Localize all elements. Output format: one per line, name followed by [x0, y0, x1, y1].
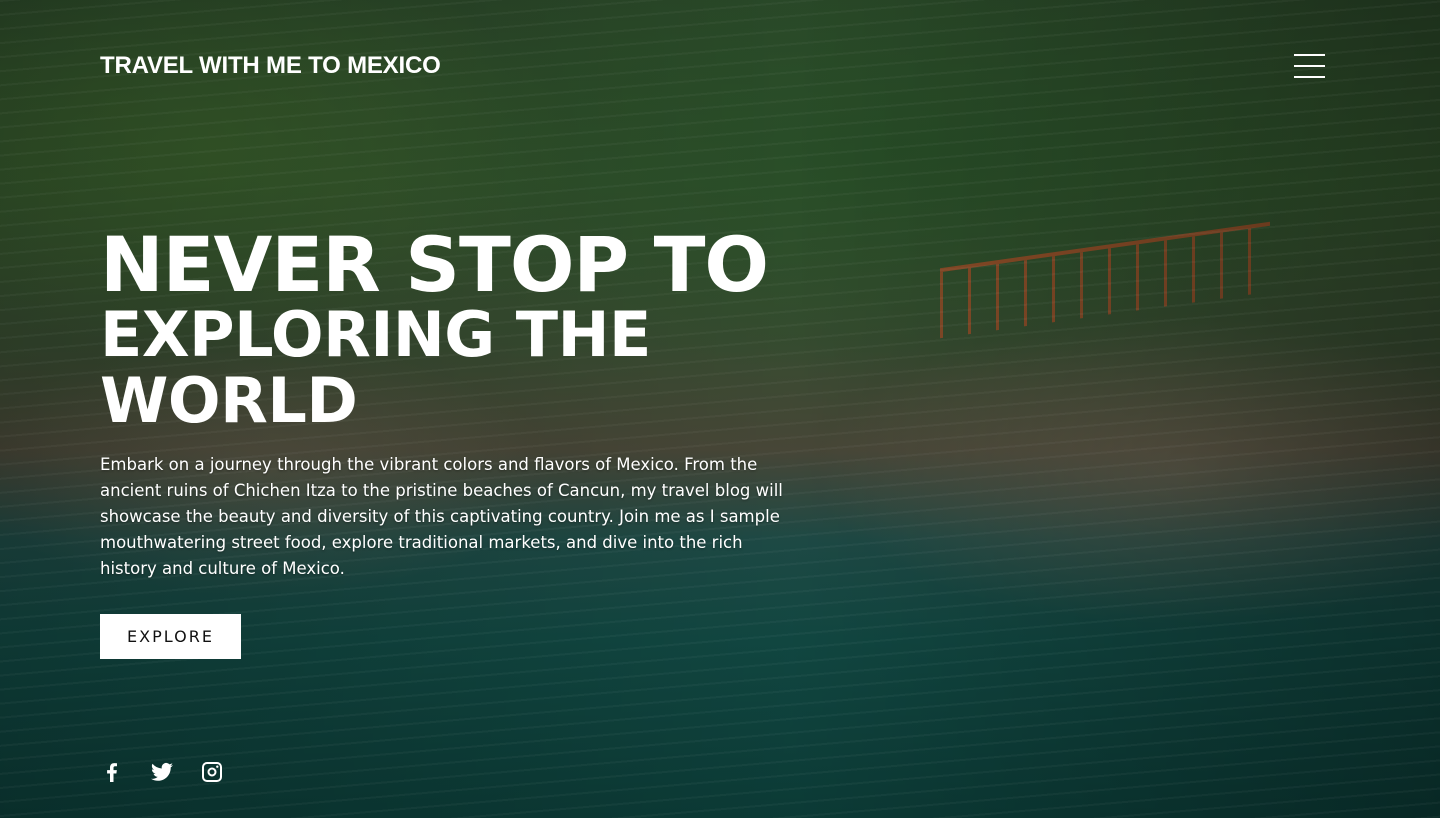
hamburger-menu-icon[interactable] — [1294, 54, 1325, 78]
hero-title-line1: NEVER STOP TO — [100, 220, 769, 309]
facebook-icon[interactable] — [100, 760, 124, 784]
social-links — [100, 760, 224, 784]
instagram-icon[interactable] — [200, 760, 224, 784]
hero-section: NEVER STOP TO EXPLORING THE WORLD Embark… — [100, 224, 860, 659]
explore-button[interactable]: EXPLORE — [100, 614, 241, 659]
twitter-icon[interactable] — [150, 760, 174, 784]
menu-bar — [1294, 65, 1325, 67]
menu-bar — [1294, 54, 1325, 56]
menu-bar — [1294, 76, 1325, 78]
hero-description: Embark on a journey through the vibrant … — [100, 455, 783, 578]
site-header: TRAVEL WITH ME TO MEXICO — [100, 52, 1325, 80]
hero-title-line2: EXPLORING THE WORLD — [100, 298, 651, 437]
background-railing — [940, 221, 1270, 339]
site-logo[interactable]: TRAVEL WITH ME TO MEXICO — [100, 52, 441, 80]
